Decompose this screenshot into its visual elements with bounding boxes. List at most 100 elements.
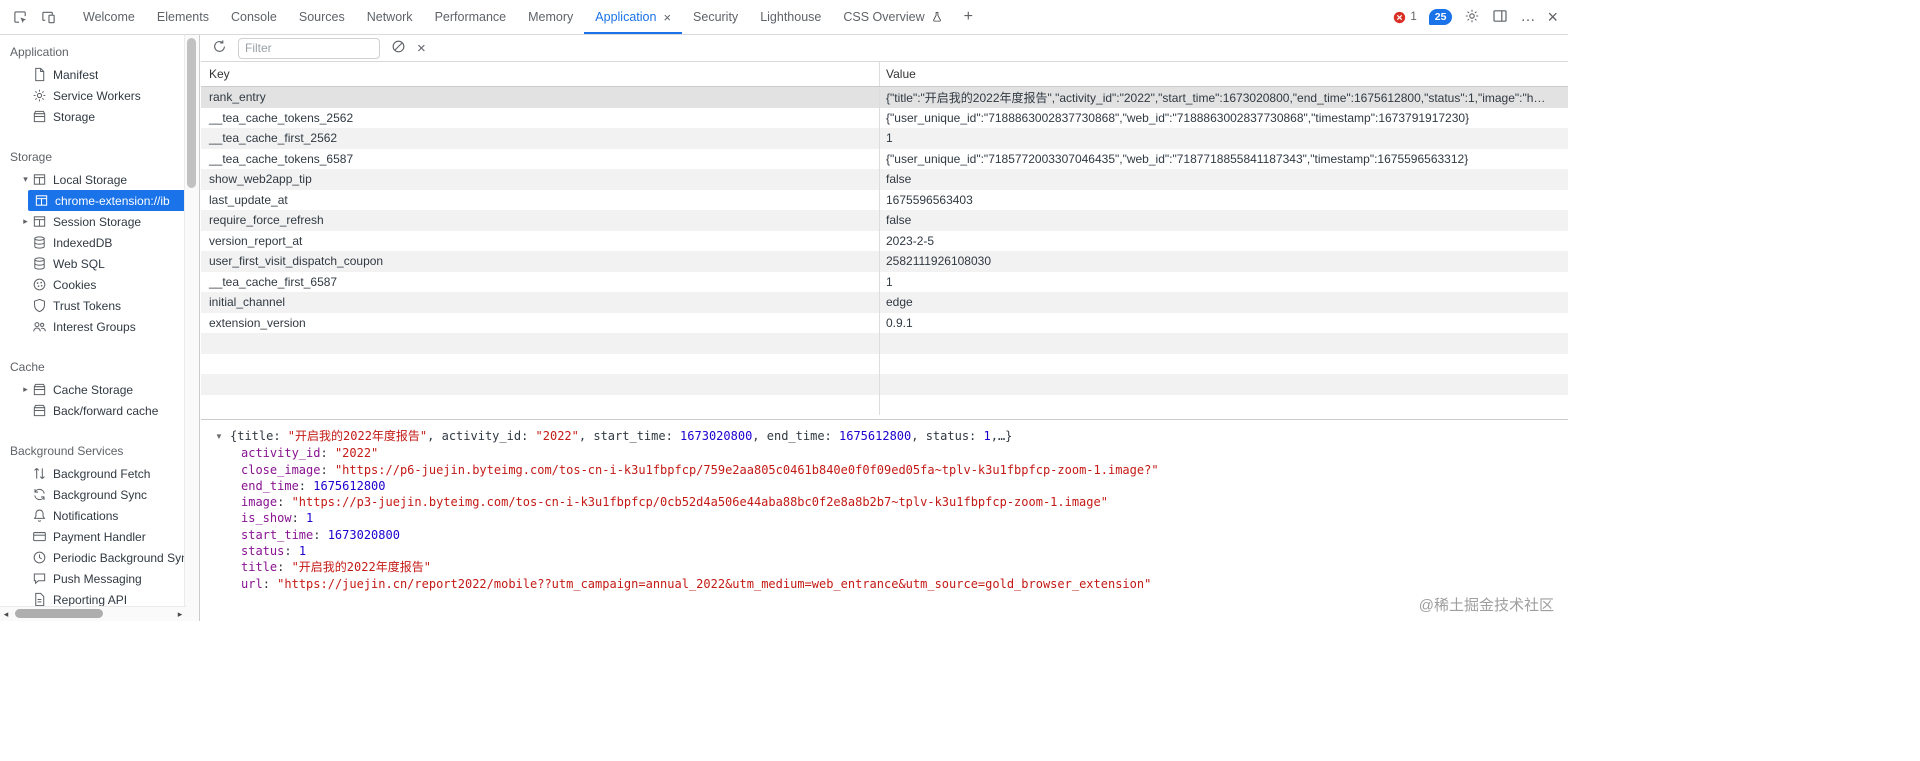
- gear-icon: [1464, 8, 1480, 24]
- storage-items-table: rank_entry {"title":"开启我的2022年度报告","acti…: [201, 87, 1568, 415]
- manifest-file-icon: [32, 67, 47, 82]
- inspect-cursor-icon: [13, 10, 28, 25]
- clear-all-button[interactable]: [391, 39, 406, 57]
- inspect-element-button[interactable]: [6, 0, 34, 34]
- table-row[interactable]: require_force_refresh false: [201, 210, 1568, 231]
- section-title-background-services: Background Services: [10, 444, 124, 458]
- sidebar-item-web-sql[interactable]: Web SQL: [0, 253, 186, 274]
- storage-box-icon: [32, 109, 47, 124]
- scroll-left-arrow[interactable]: ◂: [0, 607, 12, 621]
- tree-expanded-arrow[interactable]: ▾: [19, 174, 32, 185]
- table-header: Key Value: [201, 62, 1568, 87]
- table-row[interactable]: __tea_cache_first_6587 1: [201, 271, 1568, 292]
- cookie-icon: [32, 277, 47, 292]
- sidebar-item-push-messaging[interactable]: Push Messaging: [0, 568, 186, 589]
- tree-collapsed-arrow[interactable]: ▸: [19, 384, 32, 395]
- tree-collapsed-arrow[interactable]: ▸: [19, 216, 32, 227]
- table-row[interactable]: show_web2app_tip false: [201, 169, 1568, 190]
- settings-button[interactable]: [1464, 8, 1480, 27]
- sidebar-item-local-storage[interactable]: ▾ Local Storage: [0, 169, 186, 190]
- database-icon: [32, 235, 47, 250]
- sidebar-item-background-sync[interactable]: Background Sync: [0, 484, 186, 505]
- sidebar-item-reporting-api[interactable]: Reporting API: [0, 589, 186, 607]
- delete-x-icon: ×: [417, 39, 426, 57]
- sidebar-item-cookies[interactable]: Cookies: [0, 274, 186, 295]
- issues-count-badge[interactable]: 25: [1428, 9, 1453, 25]
- object-property: start_time: 1673020800: [241, 527, 400, 542]
- tab-css-overview[interactable]: CSS Overview: [832, 0, 953, 34]
- device-toolbar-button[interactable]: [34, 0, 62, 34]
- tab-network[interactable]: Network: [356, 0, 424, 34]
- object-property: status: 1: [241, 544, 307, 559]
- application-sidebar: Application Manifest Service Workers Sto…: [0, 35, 200, 621]
- database-icon: [32, 256, 47, 271]
- refresh-icon: [212, 39, 227, 54]
- column-header-key[interactable]: Key: [201, 62, 880, 86]
- tab-console[interactable]: Console: [220, 0, 288, 34]
- table-row[interactable]: user_first_visit_dispatch_coupon 2582111…: [201, 251, 1568, 272]
- sidebar-item-service-workers[interactable]: Service Workers: [0, 85, 186, 106]
- vertical-scroll-thumb[interactable]: [187, 38, 196, 188]
- delete-selected-button[interactable]: ×: [417, 41, 426, 56]
- sidebar-item-cache-storage[interactable]: ▸ Cache Storage: [0, 379, 186, 400]
- object-property: image: "https://p3-juejin.byteimg.com/to…: [241, 495, 1108, 510]
- object-property: activity_id: "2022": [241, 446, 379, 461]
- tab-elements[interactable]: Elements: [146, 0, 220, 34]
- sidebar-item-payment-handler[interactable]: Payment Handler: [0, 526, 186, 547]
- table-row[interactable]: initial_channel edge: [201, 292, 1568, 313]
- refresh-button[interactable]: [212, 39, 227, 57]
- close-devtools-button[interactable]: ×: [1547, 8, 1558, 26]
- table-row-empty: [201, 394, 1568, 415]
- object-preview-summary: ▼ {title: "开启我的2022年度报告", activity_id: "2…: [215, 428, 1556, 445]
- table-row[interactable]: __tea_cache_tokens_2562 {"user_unique_id…: [201, 107, 1568, 128]
- sidebar-item-localstorage-origin-selected[interactable]: chrome-extension://ib: [28, 190, 186, 211]
- tab-sources[interactable]: Sources: [288, 0, 356, 34]
- sidebar-item-periodic-background-sync[interactable]: Periodic Background Sync: [0, 547, 186, 568]
- payment-card-icon: [32, 529, 47, 544]
- clear-ban-icon: [391, 39, 406, 54]
- storage-box-icon: [32, 382, 47, 397]
- dock-side-icon: [1492, 8, 1508, 24]
- tab-performance[interactable]: Performance: [424, 0, 518, 34]
- section-title-storage: Storage: [10, 150, 53, 164]
- message-icon: [32, 571, 47, 586]
- table-row[interactable]: version_report_at 2023-2-5: [201, 230, 1568, 251]
- filter-input[interactable]: [238, 37, 380, 59]
- sidebar-item-notifications[interactable]: Notifications: [0, 505, 186, 526]
- tab-application[interactable]: Application ×: [584, 0, 682, 34]
- tab-lighthouse[interactable]: Lighthouse: [749, 0, 832, 34]
- column-header-value[interactable]: Value: [880, 62, 1568, 86]
- sidebar-horizontal-scrollbar[interactable]: ◂ ▸: [0, 606, 186, 621]
- close-icon: ×: [1547, 7, 1558, 27]
- sync-icon: [32, 487, 47, 502]
- sidebar-item-background-fetch[interactable]: Background Fetch: [0, 463, 186, 484]
- more-tabs-button[interactable]: +: [954, 0, 983, 34]
- table-row[interactable]: __tea_cache_tokens_6587 {"user_unique_id…: [201, 148, 1568, 169]
- tab-welcome[interactable]: Welcome: [72, 0, 146, 34]
- table-row[interactable]: last_update_at 1675596563403: [201, 189, 1568, 210]
- sidebar-item-manifest[interactable]: Manifest: [0, 64, 186, 85]
- tab-bar-right-controls: 1 25 … ×: [1393, 0, 1568, 34]
- table-row[interactable]: __tea_cache_first_2562 1: [201, 128, 1568, 149]
- shield-icon: [32, 298, 47, 313]
- tab-security[interactable]: Security: [682, 0, 749, 34]
- sidebar-item-storage[interactable]: Storage: [0, 106, 186, 127]
- error-count-badge[interactable]: 1: [1393, 11, 1417, 24]
- storage-toolbar: ×: [201, 35, 1568, 62]
- table-row[interactable]: extension_version 0.9.1: [201, 312, 1568, 333]
- service-worker-icon: [32, 88, 47, 103]
- sidebar-item-trust-tokens[interactable]: Trust Tokens: [0, 295, 186, 316]
- sidebar-item-interest-groups[interactable]: Interest Groups: [0, 316, 186, 337]
- horizontal-scroll-thumb[interactable]: [15, 609, 103, 618]
- sidebar-item-indexeddb[interactable]: IndexedDB: [0, 232, 186, 253]
- object-property: close_image: "https://p6-juejin.byteimg.…: [241, 462, 1159, 477]
- sidebar-item-session-storage[interactable]: ▸ Session Storage: [0, 211, 186, 232]
- sidebar-item-back-forward-cache[interactable]: Back/forward cache: [0, 400, 186, 421]
- tab-memory[interactable]: Memory: [517, 0, 584, 34]
- sidebar-vertical-scrollbar[interactable]: [184, 35, 199, 607]
- dock-side-button[interactable]: [1492, 8, 1508, 27]
- expand-triangle-icon[interactable]: ▼: [215, 429, 230, 445]
- table-row-selected[interactable]: rank_entry {"title":"开启我的2022年度报告","acti…: [201, 87, 1568, 108]
- devtools-tab-bar: Welcome Elements Console Sources Network…: [0, 0, 1568, 35]
- close-tab-icon[interactable]: ×: [663, 11, 671, 24]
